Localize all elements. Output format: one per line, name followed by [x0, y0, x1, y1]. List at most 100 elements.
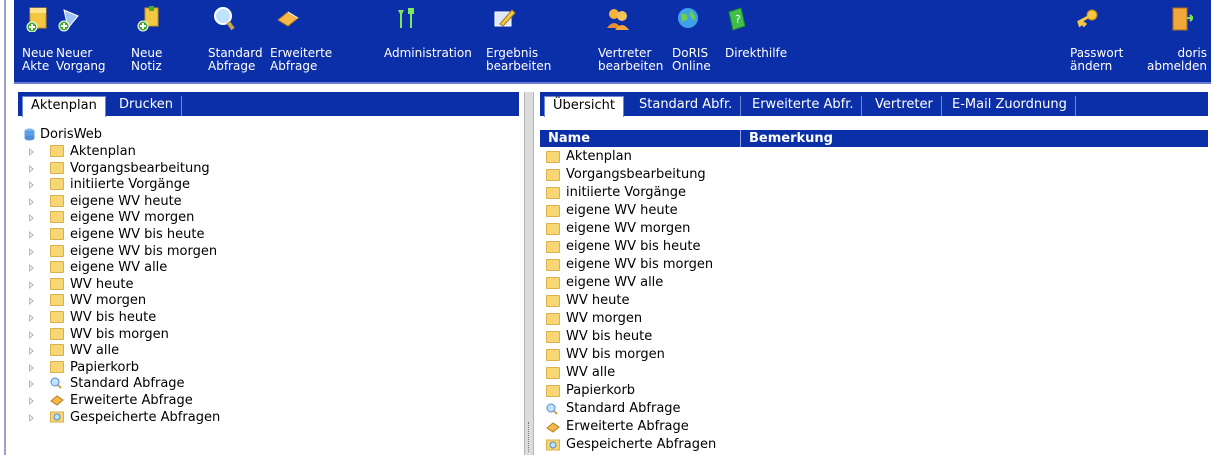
tree-item[interactable]: WV heute [24, 276, 220, 293]
list-item[interactable]: Gespeicherte Abfragen [546, 436, 716, 454]
list-item[interactable]: eigene WV morgen [546, 220, 716, 238]
expand-arrow-icon[interactable] [29, 380, 34, 389]
tree-item[interactable]: eigene WV alle [24, 259, 220, 276]
list-item[interactable]: Erweiterte Abfrage [546, 418, 716, 436]
expand-arrow-icon[interactable] [29, 297, 34, 306]
tree-item[interactable]: Vorgangsbearbeitung [24, 160, 220, 177]
tree-item[interactable]: eigene WV bis heute [24, 226, 220, 243]
tree-item-label: Standard Abfrage [70, 376, 185, 392]
expand-arrow-icon[interactable] [29, 181, 34, 190]
globe-icon [678, 8, 698, 28]
expand-arrow-icon[interactable] [29, 396, 34, 405]
list-item[interactable]: Vorgangsbearbeitung [546, 166, 716, 184]
list-item[interactable]: eigene WV bis morgen [546, 256, 716, 274]
expand-arrow-icon[interactable] [29, 197, 34, 206]
expand-arrow-icon[interactable] [29, 363, 34, 372]
expand-arrow-icon[interactable] [29, 164, 34, 173]
tree-item[interactable]: eigene WV morgen [24, 209, 220, 226]
expand-arrow-icon[interactable] [29, 280, 34, 289]
tree-item-label: WV morgen [70, 293, 147, 309]
expand-arrow-icon[interactable] [29, 264, 34, 273]
expand-arrow-icon[interactable] [29, 247, 34, 256]
tree-item[interactable]: WV alle [24, 342, 220, 359]
list-item-label: Papierkorb [566, 383, 636, 398]
list-item[interactable]: WV bis morgen [546, 346, 716, 364]
list-item[interactable]: WV bis heute [546, 328, 716, 346]
doris-online-button[interactable]: DoRIS Online [672, 4, 716, 78]
column-header-remark[interactable]: Bemerkung [749, 130, 833, 147]
tab-erweiterte-abfr[interactable]: Erweiterte Abfr. [744, 96, 863, 116]
list-item[interactable]: WV heute [546, 292, 716, 310]
tree-root-label: DorisWeb [40, 127, 103, 142]
left-tabbar: Aktenplan Drucken [18, 92, 519, 117]
logout-label-2: abmelden [1147, 59, 1207, 73]
list-item[interactable]: Aktenplan [546, 148, 716, 166]
expand-arrow-icon[interactable] [29, 313, 34, 322]
direct-help-button[interactable]: ? Direkthilfe [725, 4, 789, 78]
file-plan-panel: Aktenplan Drucken DorisWeb Aktenplan Vor… [18, 92, 519, 455]
expand-arrow-icon[interactable] [29, 148, 34, 156]
list-item[interactable]: eigene WV heute [546, 202, 716, 220]
tree-item-label: eigene WV bis heute [70, 226, 205, 242]
tree-item[interactable]: Gespeicherte Abfragen [24, 409, 220, 426]
saved-query-icon [50, 411, 64, 422]
tree-item-label: eigene WV bis morgen [70, 243, 218, 259]
tree-item[interactable]: Erweiterte Abfrage [24, 392, 220, 409]
expand-arrow-icon[interactable] [29, 230, 34, 239]
tree-item[interactable]: eigene WV bis morgen [24, 243, 220, 260]
tree-item-label: initiierte Vorgänge [70, 177, 191, 193]
list-item[interactable]: Standard Abfrage [546, 400, 716, 418]
list-item[interactable]: WV morgen [546, 310, 716, 328]
tree-item[interactable]: eigene WV heute [24, 193, 220, 210]
advanced-search-icon [546, 422, 560, 433]
list-item-label: WV alle [566, 365, 616, 380]
edit-result-button[interactable]: Ergebnis bearbeiten [486, 4, 554, 78]
list-item[interactable]: WV alle [546, 364, 716, 382]
tree-item[interactable]: WV morgen [24, 292, 220, 309]
column-separator[interactable] [740, 130, 741, 147]
new-file-button[interactable]: Neue Akte [22, 4, 56, 78]
new-process-button[interactable]: Neuer Vorgang [56, 4, 112, 78]
folder-icon [50, 244, 64, 257]
list-item[interactable]: Papierkorb [546, 382, 716, 400]
folder-icon [50, 161, 64, 174]
edit-deputy-button[interactable]: Vertreter bearbeiten [598, 4, 664, 78]
administration-button[interactable]: Administration [384, 4, 480, 78]
tab-email-zuordnung[interactable]: E-Mail Zuordnung [944, 96, 1076, 116]
column-header-name[interactable]: Name [548, 130, 590, 147]
tree-item[interactable]: initiierte Vorgänge [24, 176, 220, 193]
folder-tree: DorisWeb Aktenplan Vorgangsbearbeitung i… [24, 126, 220, 425]
tree-item-label: Vorgangsbearbeitung [70, 160, 210, 176]
right-tabbar: Übersicht Standard Abfr. Erweiterte Abfr… [540, 92, 1208, 117]
tree-item[interactable]: WV bis heute [24, 309, 220, 326]
expand-arrow-icon[interactable] [29, 347, 34, 356]
list-item[interactable]: eigene WV bis heute [546, 238, 716, 256]
folder-icon [546, 349, 560, 361]
expand-arrow-icon[interactable] [29, 413, 34, 422]
tab-drucken[interactable]: Drucken [111, 96, 183, 116]
list-item[interactable]: eigene WV alle [546, 274, 716, 292]
logout-button[interactable]: doris abmelden [1147, 4, 1207, 78]
tab-uebersicht[interactable]: Übersicht [544, 96, 624, 117]
standard-query-button[interactable]: Standard Abfrage [208, 4, 266, 78]
tab-aktenplan[interactable]: Aktenplan [22, 96, 106, 117]
expand-arrow-icon[interactable] [29, 214, 34, 223]
change-password-button[interactable]: Passwort ändern [1070, 4, 1123, 78]
folder-icon [546, 187, 560, 199]
list-item[interactable]: initiierte Vorgänge [546, 184, 716, 202]
folder-icon [546, 331, 560, 343]
tab-standard-abfr[interactable]: Standard Abfr. [631, 96, 742, 116]
new-note-button[interactable]: Neue Notiz [131, 4, 171, 78]
tree-item[interactable]: Aktenplan [24, 143, 220, 160]
tree-root[interactable]: DorisWeb [24, 126, 220, 143]
tree-item-label: Erweiterte Abfrage [70, 392, 193, 408]
folder-icon [50, 178, 64, 191]
panel-splitter[interactable] [524, 92, 534, 455]
expand-arrow-icon[interactable] [29, 330, 34, 339]
tab-vertreter[interactable]: Vertreter [867, 96, 942, 116]
tree-item[interactable]: Papierkorb [24, 359, 220, 376]
tree-item[interactable]: Standard Abfrage [24, 375, 220, 392]
list-item-label: eigene WV bis heute [566, 239, 701, 254]
advanced-query-button[interactable]: Erweiterte Abfrage [270, 4, 342, 78]
tree-item[interactable]: WV bis morgen [24, 326, 220, 343]
